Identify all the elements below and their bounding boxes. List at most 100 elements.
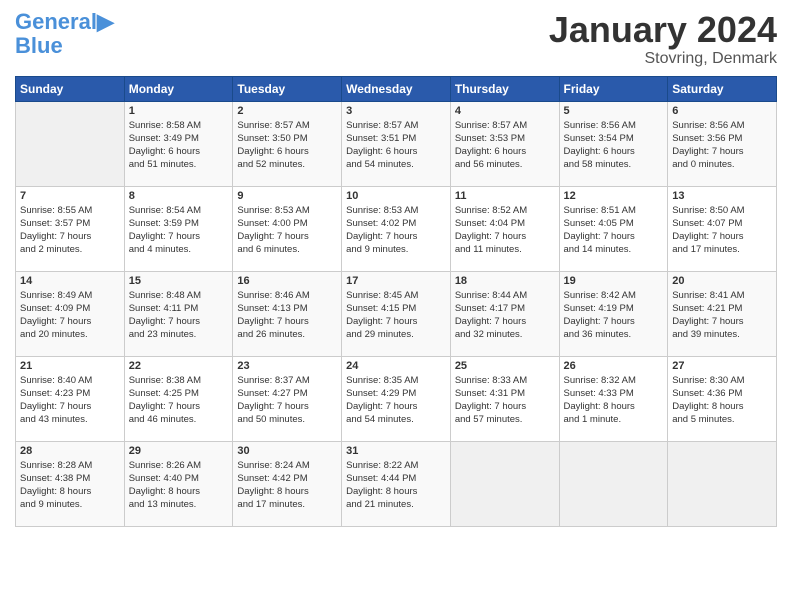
calendar-cell: 10 Sunrise: 8:53 AM Sunset: 4:02 PM Dayli… (342, 186, 451, 271)
day-number: 16 (237, 275, 337, 287)
calendar-cell: 9 Sunrise: 8:53 AM Sunset: 4:00 PM Daylig… (233, 186, 342, 271)
calendar-week-2: 7 Sunrise: 8:55 AM Sunset: 3:57 PM Daylig… (16, 186, 777, 271)
day-info: Sunrise: 8:53 AM Sunset: 4:00 PM Dayligh… (237, 204, 337, 257)
day-info: Sunrise: 8:48 AM Sunset: 4:11 PM Dayligh… (129, 289, 229, 342)
day-info: Sunrise: 8:57 AM Sunset: 3:53 PM Dayligh… (455, 119, 555, 172)
page-container: General▶ Blue January 2024 Stovring, Den… (0, 0, 792, 542)
day-number: 13 (672, 190, 772, 202)
day-number: 27 (672, 360, 772, 372)
day-number: 14 (20, 275, 120, 287)
day-info: Sunrise: 8:38 AM Sunset: 4:25 PM Dayligh… (129, 374, 229, 427)
day-info: Sunrise: 8:40 AM Sunset: 4:23 PM Dayligh… (20, 374, 120, 427)
calendar-table: SundayMondayTuesdayWednesdayThursdayFrid… (15, 76, 777, 527)
calendar-header-thursday: Thursday (450, 76, 559, 101)
day-info: Sunrise: 8:46 AM Sunset: 4:13 PM Dayligh… (237, 289, 337, 342)
day-info: Sunrise: 8:49 AM Sunset: 4:09 PM Dayligh… (20, 289, 120, 342)
day-number: 22 (129, 360, 229, 372)
calendar-header-tuesday: Tuesday (233, 76, 342, 101)
calendar-cell (450, 441, 559, 526)
day-info: Sunrise: 8:42 AM Sunset: 4:19 PM Dayligh… (564, 289, 664, 342)
calendar-cell: 8Sunrise: 8:54 AM Sunset: 3:59 PM Daylig… (124, 186, 233, 271)
day-number: 1 (129, 105, 229, 117)
calendar-cell: 16 Sunrise: 8:46 AM Sunset: 4:13 PM Dayli… (233, 271, 342, 356)
day-info: Sunrise: 8:54 AM Sunset: 3:59 PM Dayligh… (129, 204, 229, 257)
calendar-cell: 21Sunrise: 8:40 AM Sunset: 4:23 PM Dayli… (16, 356, 125, 441)
day-number: 2 (237, 105, 337, 117)
calendar-header-saturday: Saturday (668, 76, 777, 101)
day-number: 10 (346, 190, 446, 202)
day-info: Sunrise: 8:55 AM Sunset: 3:57 PM Dayligh… (20, 204, 120, 257)
day-number: 28 (20, 445, 120, 457)
day-number: 25 (455, 360, 555, 372)
calendar-cell: 19 Sunrise: 8:42 AM Sunset: 4:19 PM Dayli… (559, 271, 668, 356)
calendar-cell: 7 Sunrise: 8:55 AM Sunset: 3:57 PM Daylig… (16, 186, 125, 271)
calendar-week-5: 28 Sunrise: 8:28 AM Sunset: 4:38 PM Dayli… (16, 441, 777, 526)
title-area: January 2024 Stovring, Denmark (549, 10, 777, 68)
calendar-cell: 30Sunrise: 8:24 AM Sunset: 4:42 PM Dayli… (233, 441, 342, 526)
calendar-cell: 18 Sunrise: 8:44 AM Sunset: 4:17 PM Dayli… (450, 271, 559, 356)
calendar-cell: 25 Sunrise: 8:33 AM Sunset: 4:31 PM Dayli… (450, 356, 559, 441)
logo-text: General▶ Blue (15, 10, 114, 58)
day-number: 6 (672, 105, 772, 117)
calendar-cell: 22 Sunrise: 8:38 AM Sunset: 4:25 PM Dayli… (124, 356, 233, 441)
month-title: January 2024 (549, 10, 777, 50)
calendar-header-row: SundayMondayTuesdayWednesdayThursdayFrid… (16, 76, 777, 101)
day-number: 24 (346, 360, 446, 372)
day-info: Sunrise: 8:30 AM Sunset: 4:36 PM Dayligh… (672, 374, 772, 427)
calendar-cell (16, 101, 125, 186)
day-info: Sunrise: 8:56 AM Sunset: 3:56 PM Dayligh… (672, 119, 772, 172)
day-number: 29 (129, 445, 229, 457)
day-info: Sunrise: 8:44 AM Sunset: 4:17 PM Dayligh… (455, 289, 555, 342)
calendar-cell: 11 Sunrise: 8:52 AM Sunset: 4:04 PM Dayli… (450, 186, 559, 271)
day-info: Sunrise: 8:24 AM Sunset: 4:42 PM Dayligh… (237, 459, 337, 512)
day-info: Sunrise: 8:45 AM Sunset: 4:15 PM Dayligh… (346, 289, 446, 342)
day-info: Sunrise: 8:35 AM Sunset: 4:29 PM Dayligh… (346, 374, 446, 427)
day-number: 11 (455, 190, 555, 202)
day-info: Sunrise: 8:32 AM Sunset: 4:33 PM Dayligh… (564, 374, 664, 427)
calendar-header-wednesday: Wednesday (342, 76, 451, 101)
calendar-cell: 17Sunrise: 8:45 AM Sunset: 4:15 PM Dayli… (342, 271, 451, 356)
day-number: 23 (237, 360, 337, 372)
day-number: 3 (346, 105, 446, 117)
day-number: 18 (455, 275, 555, 287)
calendar-cell: 14 Sunrise: 8:49 AM Sunset: 4:09 PM Dayli… (16, 271, 125, 356)
day-info: Sunrise: 8:51 AM Sunset: 4:05 PM Dayligh… (564, 204, 664, 257)
day-number: 26 (564, 360, 664, 372)
logo: General▶ Blue (15, 10, 114, 58)
calendar-cell: 24 Sunrise: 8:35 AM Sunset: 4:29 PM Dayli… (342, 356, 451, 441)
calendar-cell: 29 Sunrise: 8:26 AM Sunset: 4:40 PM Dayli… (124, 441, 233, 526)
day-number: 5 (564, 105, 664, 117)
calendar-cell (559, 441, 668, 526)
calendar-header-monday: Monday (124, 76, 233, 101)
calendar-week-3: 14 Sunrise: 8:49 AM Sunset: 4:09 PM Dayli… (16, 271, 777, 356)
calendar-cell: 31Sunrise: 8:22 AM Sunset: 4:44 PM Dayli… (342, 441, 451, 526)
calendar-cell: 3 Sunrise: 8:57 AM Sunset: 3:51 PM Daylig… (342, 101, 451, 186)
calendar-body: 1Sunrise: 8:58 AM Sunset: 3:49 PM Daylig… (16, 101, 777, 526)
day-number: 9 (237, 190, 337, 202)
calendar-cell: 5Sunrise: 8:56 AM Sunset: 3:54 PM Daylig… (559, 101, 668, 186)
calendar-cell: 4Sunrise: 8:57 AM Sunset: 3:53 PM Daylig… (450, 101, 559, 186)
calendar-week-1: 1Sunrise: 8:58 AM Sunset: 3:49 PM Daylig… (16, 101, 777, 186)
logo-blue: ▶ (97, 9, 114, 34)
logo-general: General (15, 9, 97, 34)
calendar-cell: 12 Sunrise: 8:51 AM Sunset: 4:05 PM Dayli… (559, 186, 668, 271)
day-info: Sunrise: 8:37 AM Sunset: 4:27 PM Dayligh… (237, 374, 337, 427)
day-info: Sunrise: 8:53 AM Sunset: 4:02 PM Dayligh… (346, 204, 446, 257)
calendar-cell (668, 441, 777, 526)
calendar-cell: 28 Sunrise: 8:28 AM Sunset: 4:38 PM Dayli… (16, 441, 125, 526)
day-number: 12 (564, 190, 664, 202)
day-info: Sunrise: 8:57 AM Sunset: 3:51 PM Dayligh… (346, 119, 446, 172)
day-number: 7 (20, 190, 120, 202)
day-info: Sunrise: 8:52 AM Sunset: 4:04 PM Dayligh… (455, 204, 555, 257)
day-info: Sunrise: 8:41 AM Sunset: 4:21 PM Dayligh… (672, 289, 772, 342)
day-info: Sunrise: 8:22 AM Sunset: 4:44 PM Dayligh… (346, 459, 446, 512)
day-number: 20 (672, 275, 772, 287)
day-number: 19 (564, 275, 664, 287)
calendar-cell: 2Sunrise: 8:57 AM Sunset: 3:50 PM Daylig… (233, 101, 342, 186)
location: Stovring, Denmark (549, 50, 777, 68)
day-info: Sunrise: 8:26 AM Sunset: 4:40 PM Dayligh… (129, 459, 229, 512)
day-info: Sunrise: 8:28 AM Sunset: 4:38 PM Dayligh… (20, 459, 120, 512)
calendar-cell: 20 Sunrise: 8:41 AM Sunset: 4:21 PM Dayli… (668, 271, 777, 356)
calendar-cell: 26 Sunrise: 8:32 AM Sunset: 4:33 PM Dayli… (559, 356, 668, 441)
day-info: Sunrise: 8:33 AM Sunset: 4:31 PM Dayligh… (455, 374, 555, 427)
